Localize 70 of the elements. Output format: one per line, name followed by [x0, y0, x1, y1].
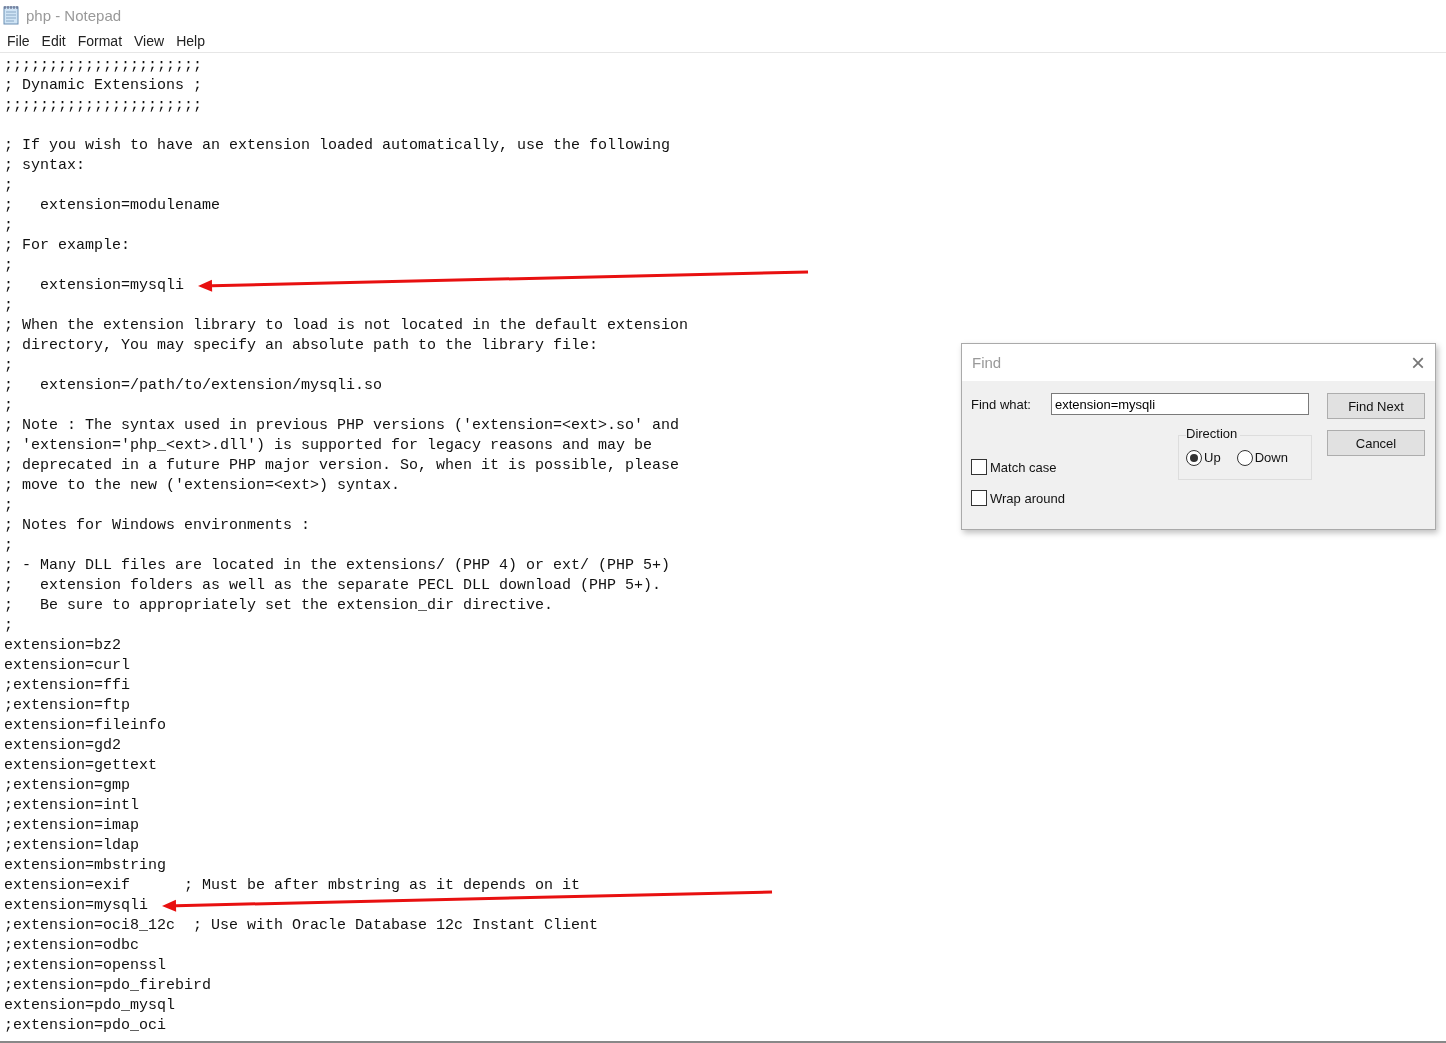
- text-line: ;extension=intl: [4, 796, 140, 816]
- text-line: ;: [4, 176, 13, 196]
- radio-button[interactable]: [1186, 449, 1202, 466]
- menu-item[interactable]: Help: [170, 33, 211, 49]
- text-line: ; extension folders as well as the separate PECL DLL download (PHP 5+).: [4, 576, 662, 596]
- dialog-title: Find: [972, 354, 1002, 371]
- find-next-button[interactable]: Find Next: [1327, 393, 1425, 419]
- text-line: extension=gd2: [4, 736, 122, 756]
- text-line: ;extension=ftp: [4, 696, 131, 716]
- text-line: ;: [4, 616, 13, 636]
- cancel-button[interactable]: Cancel: [1327, 430, 1425, 456]
- text-line: ; extension=/path/to/extension/mysqli.so: [4, 376, 383, 396]
- text-line: ; Notes for Windows environments :: [4, 516, 311, 536]
- checkbox-label: Wrap around: [990, 490, 1065, 506]
- text-line: extension=mysqli: [4, 896, 149, 916]
- checkbox-label: Match case: [990, 459, 1057, 475]
- text-line: ;: [4, 396, 13, 416]
- text-line: extension=mbstring: [4, 856, 167, 876]
- text-line: extension=curl: [4, 656, 131, 676]
- window-title: php - Notepad: [26, 6, 122, 24]
- text-line: ;extension=openssl: [4, 956, 167, 976]
- text-line: ;: [4, 296, 13, 316]
- text-line: extension=bz2: [4, 636, 122, 656]
- text-line: ; - Many DLL files are located in the extensions/ (PHP 4) or ext/ (PHP 5+): [4, 556, 671, 576]
- text-line: ;extension=ffi: [4, 676, 131, 696]
- menu-item[interactable]: Format: [71, 33, 129, 49]
- text-line: ; Note : The syntax used in previous PHP versions ('extension=<ext>.so' and: [4, 416, 680, 436]
- menu-item[interactable]: File: [1, 33, 36, 49]
- radio-label: Up: [1204, 450, 1221, 465]
- text-line: ;extension=odbc: [4, 936, 140, 956]
- text-line: ; directory, You may specify an absolute path to the library file:: [4, 336, 599, 356]
- text-line: ; 'extension='php_<ext>.dll') is supported for legacy reasons and may be: [4, 436, 653, 456]
- text-line: ;extension=pdo_oci: [4, 1016, 167, 1036]
- text-line: ;;;;;;;;;;;;;;;;;;;;;;: [4, 96, 203, 116]
- radio-button[interactable]: [1236, 449, 1253, 466]
- menu-item[interactable]: Edit: [35, 33, 72, 49]
- text-line: ; deprecated in a future PHP major version. So, when it is possible, please: [4, 456, 680, 476]
- text-line: ;extension=imap: [4, 816, 140, 836]
- text-line: ;;;;;;;;;;;;;;;;;;;;;;: [4, 56, 203, 76]
- text-line: ; syntax:: [4, 156, 85, 176]
- text-line: ; When the extension library to load is not located in the default extension: [4, 316, 689, 336]
- close-button[interactable]: ×: [1411, 352, 1425, 373]
- checkbox[interactable]: [971, 490, 987, 506]
- text-line: extension=gettext: [4, 756, 158, 776]
- text-line: ; For example:: [4, 236, 131, 256]
- text-line: ;: [4, 496, 13, 516]
- radio-label: Down: [1254, 450, 1288, 465]
- text-line: extension=fileinfo: [4, 716, 167, 736]
- text-line: ; Be sure to appropriately set the extension_dir directive.: [4, 596, 554, 616]
- text-line: ; extension=mysqli: [4, 276, 185, 296]
- text-line: ; Dynamic Extensions ;: [4, 76, 203, 96]
- text-line: extension=pdo_mysql: [4, 996, 176, 1016]
- text-line: ;extension=oci8_12c ; Use with Oracle Database 12c Instant Client: [4, 916, 599, 936]
- text-line: ; extension=modulename: [4, 196, 221, 216]
- text-line: ; move to the new ('extension=<ext>) syntax.: [4, 476, 401, 496]
- text-line: ;extension=gmp: [4, 776, 131, 796]
- text-line: ; If you wish to have an extension loaded automatically, use the following: [4, 136, 671, 156]
- text-line: ;: [4, 536, 13, 556]
- notepad-icon: [2, 5, 20, 25]
- checkbox[interactable]: [971, 459, 987, 475]
- text-line: ;extension=pdo_firebird: [4, 976, 212, 996]
- find-what-field[interactable]: extension=mysqli: [1051, 393, 1309, 415]
- text-line: ;: [4, 256, 13, 276]
- text-line: ;: [4, 216, 13, 236]
- group-label: Direction: [1186, 426, 1241, 441]
- text-line: ;: [4, 356, 13, 376]
- menu-item[interactable]: View: [128, 33, 171, 49]
- field-label: Find what:: [971, 396, 1031, 412]
- text-line: ;extension=ldap: [4, 836, 140, 856]
- text-line: extension=exif ; Must be after mbstring as it depends on it: [4, 876, 581, 896]
